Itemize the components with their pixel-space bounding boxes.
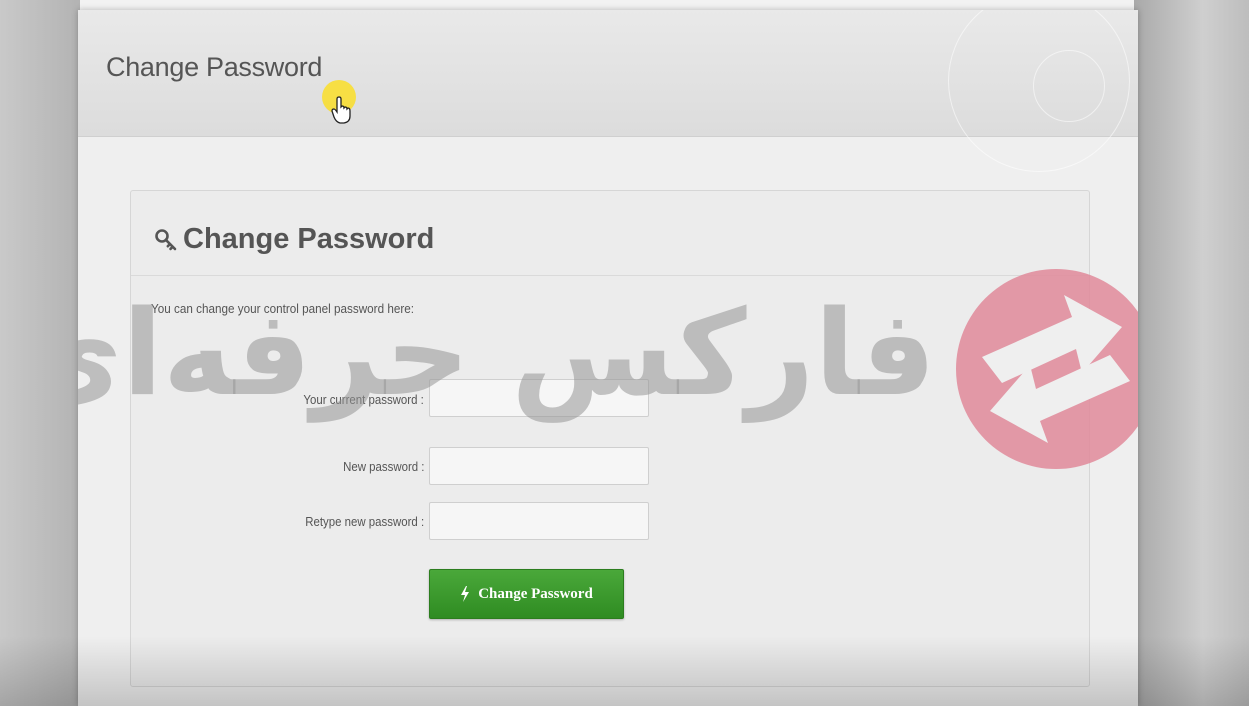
backdrop-left — [0, 0, 80, 706]
hand-pointer-icon — [331, 96, 351, 124]
bolt-icon — [461, 586, 470, 602]
change-password-button-label: Change Password — [478, 585, 593, 602]
top-strip — [0, 0, 1249, 10]
backdrop-right — [1134, 0, 1249, 706]
retype-password-label: Retype new password : — [305, 514, 424, 529]
new-password-label: New password : — [342, 459, 424, 474]
page-header: Change Password — [78, 10, 1138, 172]
current-password-input[interactable] — [429, 379, 649, 417]
key-icon — [155, 229, 177, 251]
retype-password-input[interactable] — [429, 502, 649, 540]
new-password-input[interactable] — [429, 447, 649, 485]
page-title: Change Password — [106, 52, 323, 82]
change-password-button[interactable]: Change Password — [429, 569, 624, 619]
change-password-panel: Change Password You can change your cont… — [130, 190, 1090, 687]
browser-window: Change Password Change Password You can … — [78, 10, 1138, 706]
decorative-circle — [1033, 50, 1105, 122]
panel-header: Change Password — [131, 191, 1089, 276]
panel-description: You can change your control panel passwo… — [151, 301, 414, 316]
panel-title: Change Password — [183, 223, 435, 255]
current-password-label: Your current password : — [303, 392, 424, 407]
